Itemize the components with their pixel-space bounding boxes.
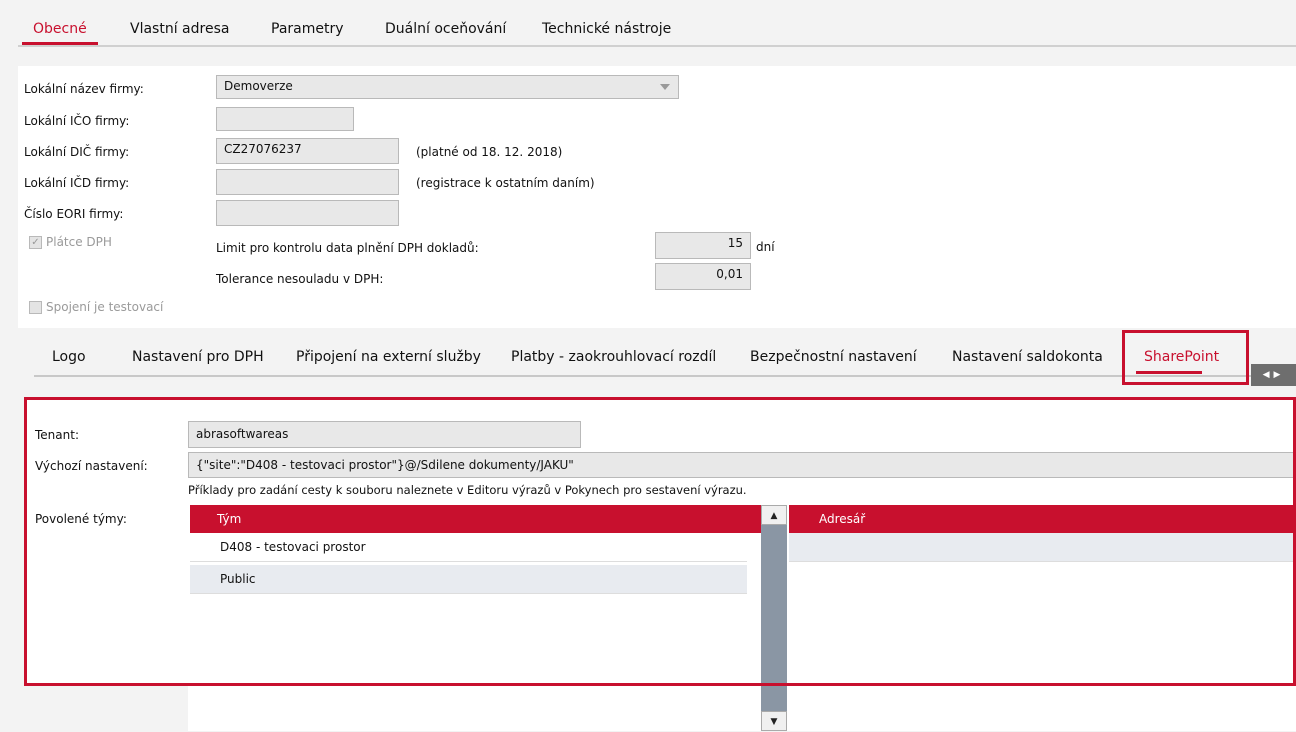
vat-payer-label: Plátce DPH — [46, 235, 112, 249]
company-name-value: Demoverze — [224, 79, 293, 93]
tab-technical-tools[interactable]: Technické nástroje — [542, 21, 671, 37]
company-name-label: Lokální název firmy: — [24, 82, 144, 96]
settings-tab-bar: Logo Nastavení pro DPH Připojení na exte… — [18, 328, 1296, 390]
panel-gutter — [24, 686, 188, 731]
company-name-dropdown[interactable]: Demoverze — [216, 75, 679, 99]
tab-security[interactable]: Bezpečnostní nastavení — [750, 349, 917, 365]
scroll-down-arrow-icon[interactable]: ▼ — [761, 711, 787, 731]
sharepoint-panel-highlight — [24, 397, 1296, 686]
test-connection-checkbox[interactable] — [29, 301, 42, 314]
limit-field[interactable]: 15 — [655, 232, 751, 259]
tab-own-address[interactable]: Vlastní adresa — [130, 21, 229, 37]
limit-label: Limit pro kontrolu data plnění DPH dokla… — [216, 241, 479, 255]
tab-scroll-arrows[interactable]: ◀▶ — [1251, 364, 1296, 386]
ico-field[interactable] — [216, 107, 354, 131]
tab-balance[interactable]: Nastavení saldokonta — [952, 349, 1103, 365]
top-tab-bar: Obecné Vlastní adresa Parametry Duální o… — [0, 0, 1296, 56]
tab-rounding[interactable]: Platby - zaokrouhlovací rozdíl — [511, 349, 716, 365]
eori-label: Číslo EORI firmy: — [24, 207, 124, 221]
chevron-down-icon[interactable] — [660, 84, 670, 90]
tab-parameters[interactable]: Parametry — [271, 21, 344, 37]
tab-external-services[interactable]: Připojení na externí služby — [296, 349, 481, 365]
icd-note: (registrace k ostatním daním) — [416, 176, 595, 190]
tab-dual-pricing[interactable]: Duální oceňování — [385, 21, 506, 37]
icd-label: Lokální IČD firmy: — [24, 176, 130, 190]
tab-logo[interactable]: Logo — [52, 349, 86, 365]
tab-general[interactable]: Obecné — [33, 21, 87, 37]
icd-field[interactable] — [216, 169, 399, 195]
eori-field[interactable] — [216, 200, 399, 226]
sharepoint-tab-highlight — [1122, 330, 1249, 385]
tolerance-field[interactable]: 0,01 — [655, 263, 751, 290]
vat-payer-checkbox[interactable]: ✓ — [29, 236, 42, 249]
tab-bar-divider — [18, 45, 1296, 47]
dic-label: Lokální DIČ firmy: — [24, 145, 130, 159]
settings-tab-divider — [34, 375, 1264, 377]
limit-unit: dní — [756, 240, 775, 254]
active-tab-indicator — [22, 42, 98, 45]
dic-note: (platné od 18. 12. 2018) — [416, 145, 563, 159]
tab-vat-settings[interactable]: Nastavení pro DPH — [132, 349, 264, 365]
dic-field[interactable]: CZ27076237 — [216, 138, 399, 164]
ico-label: Lokální IČO firmy: — [24, 114, 130, 128]
tolerance-label: Tolerance nesouladu v DPH: — [216, 272, 384, 286]
test-connection-label: Spojení je testovací — [46, 300, 164, 314]
